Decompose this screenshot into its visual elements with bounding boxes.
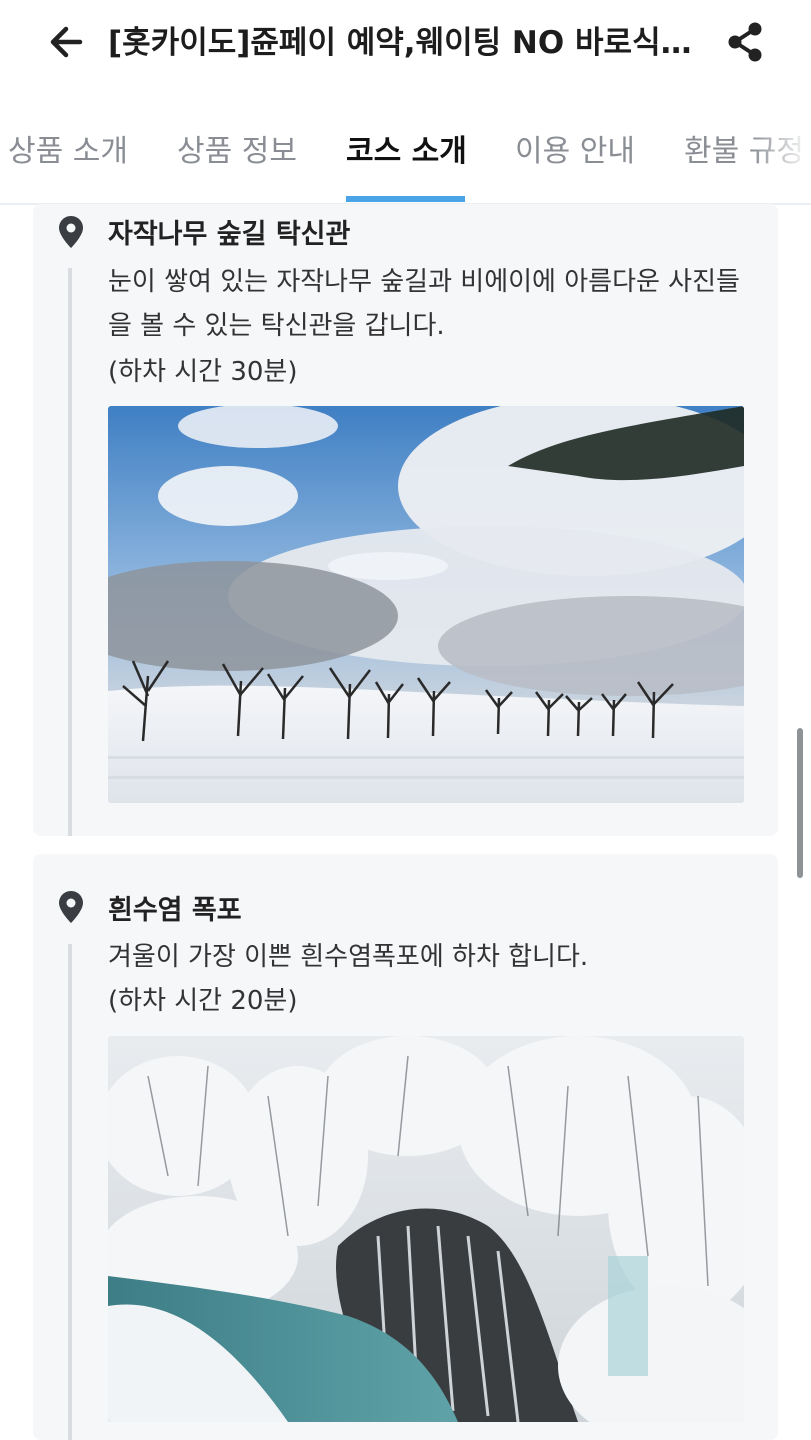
tab-scroll-fade [751, 100, 811, 200]
map-pin-icon [59, 891, 83, 923]
snowy-field-with-trees-photo [108, 406, 744, 803]
share-icon [728, 22, 762, 62]
tab-bar: 상품 소개 상품 정보 코스 소개 이용 안내 환불 규정 [0, 100, 811, 205]
course-item-description: 눈이 쌓여 있는 자작나무 숲길과 비에이에 아름다운 사진들을 볼 수 있는 … [108, 267, 740, 341]
frozen-waterfall-photo [108, 1036, 744, 1422]
arrow-left-icon [50, 26, 83, 58]
tab-product-info[interactable]: 상품 정보 [177, 126, 297, 170]
map-pin-icon [59, 216, 83, 248]
tab-course-intro[interactable]: 코스 소개 [346, 126, 467, 170]
course-item-stop-time: (하차 시간 20분) [108, 986, 298, 1016]
course-item-stop-time: (하차 시간 30분) [108, 357, 298, 387]
course-item-title: 흰수염 폭포 [108, 895, 242, 926]
active-tab-indicator [346, 196, 465, 202]
scrollbar[interactable] [797, 728, 803, 878]
back-button[interactable] [44, 20, 88, 64]
app-header: [홋카이도]쥰페이 예약,웨이팅 NO 바로식사 체험 [0, 0, 811, 90]
timeline-line [68, 268, 72, 836]
share-button[interactable] [724, 20, 766, 64]
timeline-line [68, 944, 72, 1440]
tab-usage-guide[interactable]: 이용 안내 [515, 126, 635, 170]
course-item-title: 자작나무 숲길 탁신관 [108, 219, 351, 250]
page-title: [홋카이도]쥰페이 예약,웨이팅 NO 바로식사 체험 [108, 25, 702, 61]
course-item-description: 겨울이 가장 이쁜 흰수염폭포에 하차 합니다. [108, 942, 589, 972]
tab-product-intro[interactable]: 상품 소개 [8, 126, 128, 170]
